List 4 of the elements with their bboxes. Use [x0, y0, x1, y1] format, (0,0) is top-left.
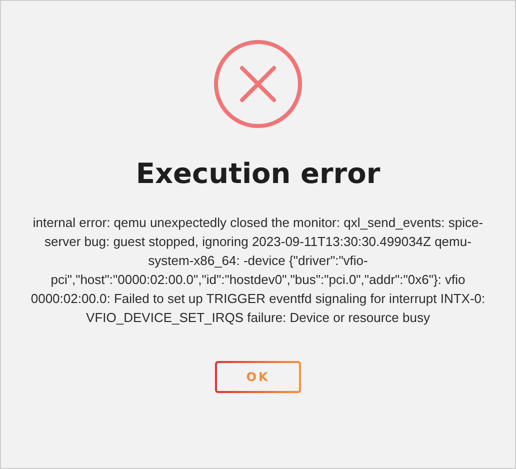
dialog-title: Execution error [136, 157, 380, 191]
error-message: internal error: qemu unexpectedly closed the monitor: qxl_send_events: spice-server bug: guest stopped, ignoring 2023-09-11T13:30:30.499034Z qemu-system-x86_64: -device {"driver":"vfio-pci","host":"0000:02:00.0","id":"hostdev0","bus":"pci.0","addr":"0x6"}: vfio 0000:02:00.0: Failed to set up TRIGGER eventfd signaling for interrupt INTX-0: VFIO_DEVICE_SET_IRQS failure: Device or resource busy [30, 214, 486, 327]
ok-button[interactable]: OK [215, 361, 301, 393]
error-icon [213, 39, 303, 129]
